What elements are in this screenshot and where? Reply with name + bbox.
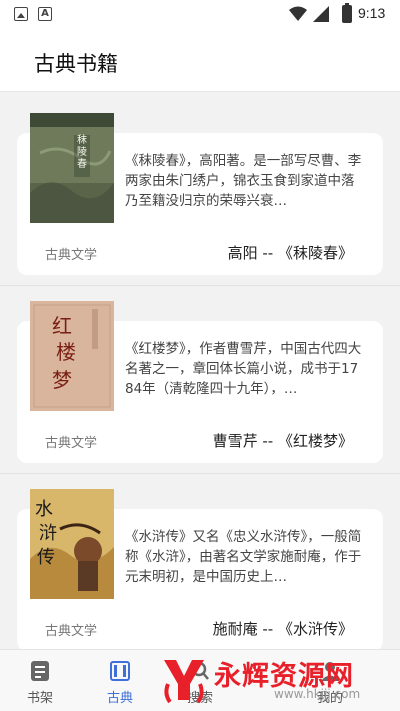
book-category: 古典文学: [45, 624, 98, 639]
tab-classics[interactable]: 古典: [90, 656, 150, 708]
font-notification-icon: A: [38, 7, 52, 21]
book-cover-image: 红 楼 梦: [30, 301, 114, 411]
book-description: 《秣陵春》，高阳著。是一部写尽曹、李两家由朱门绣户，锦衣玉食到家道中落乃至籍没归…: [125, 153, 362, 209]
svg-text:红: 红: [52, 314, 72, 338]
book-category: 古典文学: [45, 248, 98, 263]
svg-text:浒: 浒: [39, 523, 57, 544]
watermark-url: www.hkjjj.com: [274, 687, 361, 701]
status-time: 9:13: [358, 5, 386, 21]
signal-icon: [313, 6, 329, 22]
app-bar: 古典书籍: [0, 30, 400, 92]
book-author-title: 施耐庵 -- 《水浒传》: [212, 620, 353, 638]
battery-icon: [342, 3, 352, 23]
svg-text:梦: 梦: [52, 368, 72, 392]
watermark: 永辉资源网 www.hkjjj.com: [158, 650, 398, 708]
watermark-logo: [164, 660, 204, 704]
book-category: 古典文学: [45, 436, 98, 451]
svg-text:传: 传: [37, 547, 55, 568]
wifi-icon: [289, 6, 307, 21]
svg-text:楼: 楼: [56, 340, 76, 364]
book-description: 《红楼梦》，作者曹雪芹，中国古代四大名著之一，章回体长篇小说，成书于1784年（…: [125, 341, 362, 397]
svg-text:陵: 陵: [77, 146, 87, 158]
book-author-title: 曹雪芹 -- 《红楼梦》: [212, 432, 353, 450]
book-cover-image: 秣 陵 春: [30, 113, 114, 223]
image-notification-icon: [14, 7, 28, 21]
list-item[interactable]: 秣 陵 春 《秣陵春》，高阳著。是一部写尽曹、李两家由朱门绣户，锦衣玉食到家道中…: [0, 93, 400, 281]
svg-text:秣: 秣: [77, 133, 87, 146]
page-title: 古典书籍: [34, 52, 118, 76]
document-icon: [31, 661, 49, 681]
book-author-title: 高阳 -- 《秣陵春》: [227, 244, 353, 262]
svg-text:水: 水: [35, 499, 53, 520]
tab-bookshelf[interactable]: 书架: [10, 656, 70, 708]
list-item[interactable]: 红 楼 梦 《红楼梦》，作者曹雪芹，中国古代四大名著之一，章回体长篇小说，成书于…: [0, 281, 400, 469]
tab-label: 书架: [26, 691, 53, 706]
list-item[interactable]: 水 浒 传 《水浒传》又名《忠义水浒传》，一般简称《水浒》，由著名文学家施耐庵，…: [0, 469, 400, 657]
book-open-icon: [110, 661, 130, 681]
svg-text:春: 春: [77, 158, 87, 170]
tab-label: 古典: [106, 691, 133, 706]
book-description: 《水浒传》又名《忠义水浒传》，一般简称《水浒》，由著名文学家施耐庵，作于元末明初…: [125, 529, 362, 585]
status-bar: A 9:13: [0, 0, 400, 30]
book-cover-image: 水 浒 传: [30, 489, 114, 599]
